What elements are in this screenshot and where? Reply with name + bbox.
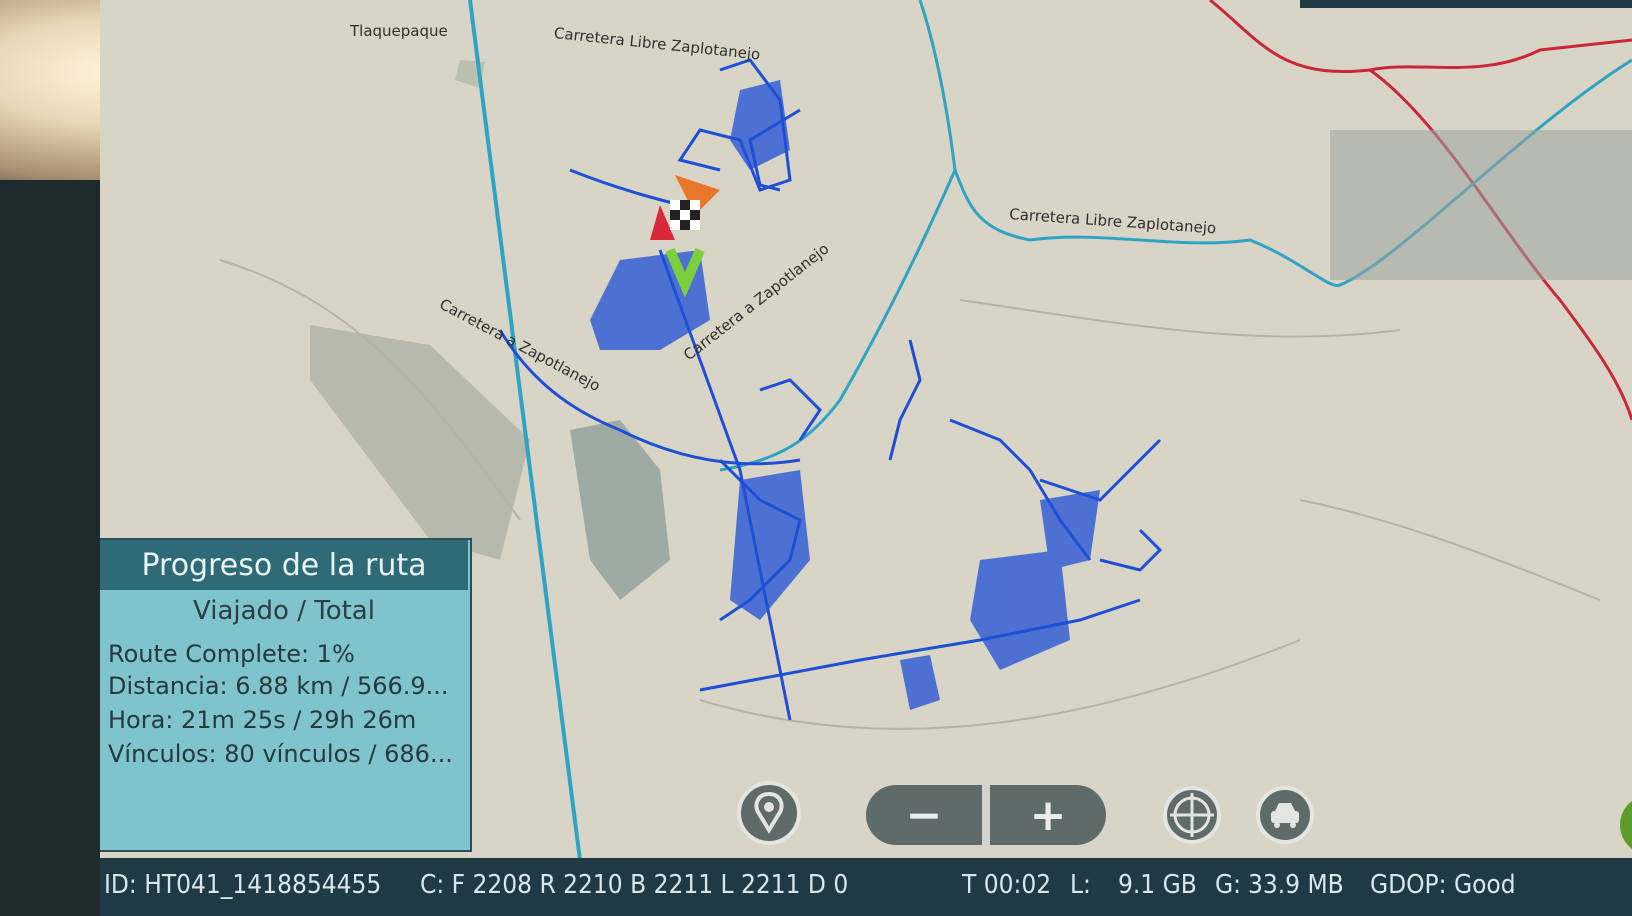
status-bar: ID: HT041_1418854455 C: F 2208 R 2210 B … (100, 858, 1632, 916)
location-pin-icon (737, 781, 801, 845)
car-recenter-button[interactable] (1255, 785, 1315, 845)
storage-label: L: (1070, 870, 1091, 900)
dense-street-clusters (590, 80, 1100, 710)
panel-title[interactable]: Progreso de la ruta (100, 540, 468, 590)
memory-value: 33.9 MB (1248, 870, 1344, 900)
map-label-tlaquepaque: Tlaquepaque (350, 22, 448, 40)
top-right-bar (1300, 0, 1632, 8)
storage-value: 9.1 GB (1118, 870, 1197, 900)
distance-text: Distancia: 6.88 km / 566.9... (108, 672, 449, 700)
highway (719, 169, 957, 472)
car-recenter-icon (1256, 786, 1314, 844)
zoom-out-button[interactable]: − (866, 785, 982, 845)
route-progress-panel: Progreso de la ruta Viajado / Total Rout… (100, 538, 472, 852)
memory-label: G: (1215, 870, 1242, 900)
crosshair-button[interactable] (1162, 785, 1222, 845)
crosshair-icon (1163, 786, 1221, 844)
map-screen: Tlaquepaque Carretera Libre Zaplotanejo … (100, 0, 1632, 916)
red-road (1209, 0, 1632, 73)
panel-subtitle: Viajado / Total (193, 596, 375, 626)
gdop-status: GDOP: Good (1370, 870, 1516, 900)
zoom-separator (982, 785, 990, 845)
links-text: Vínculos: 80 vínculos / 686... (108, 740, 453, 768)
reflection-overlay (1330, 130, 1632, 280)
device-id: ID: HT041_1418854455 (104, 870, 382, 900)
terrain-area (310, 325, 530, 560)
zoom-in-button[interactable]: + (990, 785, 1106, 845)
location-pin-button[interactable] (736, 780, 802, 846)
zoom-controls: − + (866, 785, 1106, 845)
time-text: Hora: 21m 25s / 29h 26m (108, 706, 417, 734)
route-complete-text: Route Complete: 1% (108, 640, 355, 668)
elapsed-time: T 00:02 (962, 870, 1052, 900)
counts-text: C: F 2208 R 2210 B 2211 L 2211 D 0 (420, 870, 849, 900)
lake-area (570, 420, 670, 600)
